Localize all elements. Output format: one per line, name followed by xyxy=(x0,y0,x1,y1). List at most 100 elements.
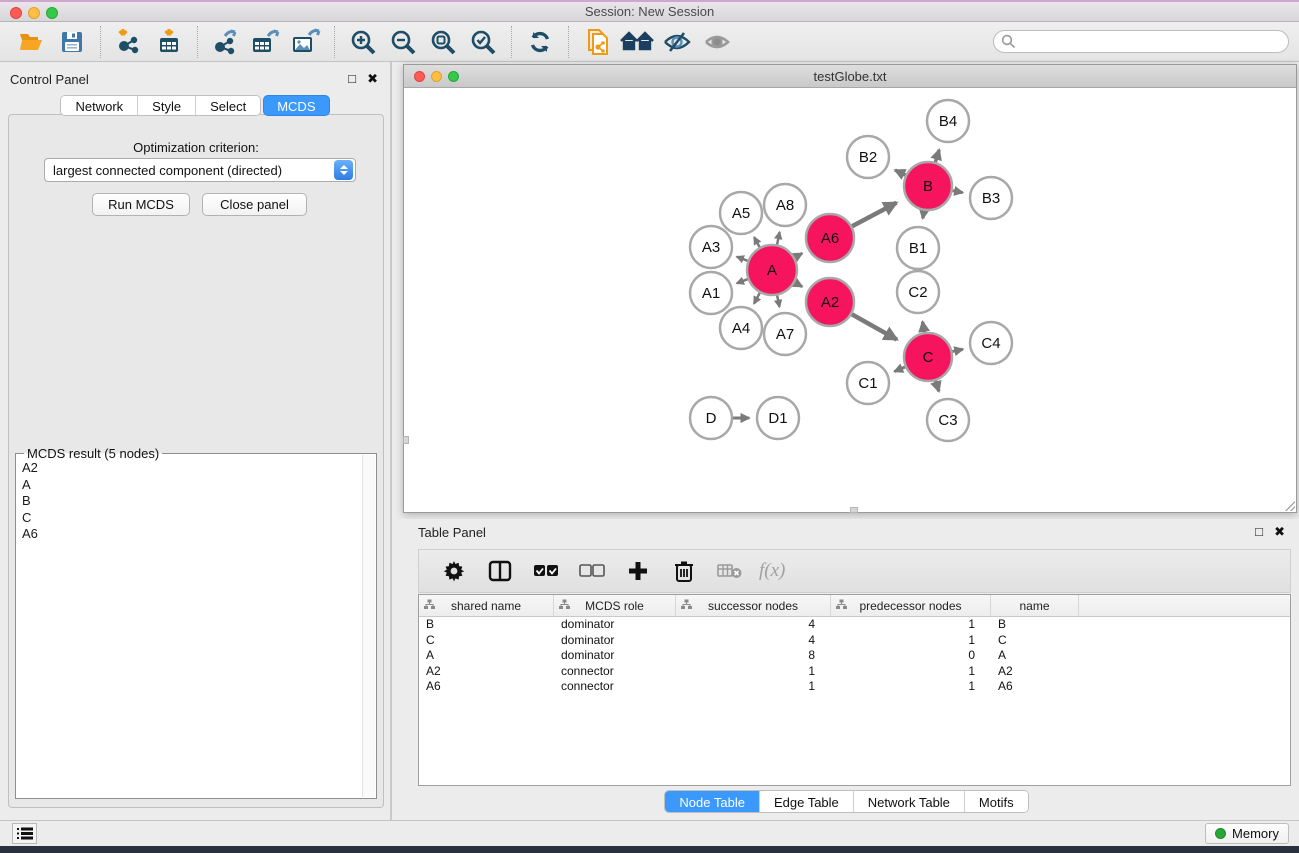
edge-A-A3[interactable] xyxy=(737,257,748,261)
delete-column-icon[interactable] xyxy=(667,555,701,587)
select-all-columns-icon[interactable] xyxy=(529,555,563,587)
table-row[interactable]: Cdominator41C xyxy=(419,633,1290,649)
import-network-icon[interactable] xyxy=(112,26,146,58)
zoom-fit-icon[interactable] xyxy=(426,26,460,58)
cell-predecessor-nodes[interactable]: 1 xyxy=(831,664,991,680)
show-graphics-eye-icon[interactable] xyxy=(700,26,734,58)
splitter-handle[interactable] xyxy=(850,507,858,513)
tab-edge-table[interactable]: Edge Table xyxy=(760,791,854,812)
cell-predecessor-nodes[interactable]: 1 xyxy=(831,617,991,633)
edge-C-C4[interactable] xyxy=(952,349,962,351)
cell-MCDS-role[interactable]: dominator xyxy=(554,633,676,649)
edge-A-A7[interactable] xyxy=(777,295,779,307)
edge-B-B2[interactable] xyxy=(895,170,905,175)
zoom-in-icon[interactable] xyxy=(346,26,380,58)
edge-A6-B[interactable] xyxy=(852,203,896,227)
cell-name[interactable]: C xyxy=(991,633,1079,649)
tab-style[interactable]: Style xyxy=(138,96,196,115)
network-canvas[interactable]: B4B2BB3B1C2A5A8A6A3AA1A2A4A7CC1C4C3DD1 xyxy=(404,88,1296,512)
cell-shared-name[interactable]: B xyxy=(419,617,554,633)
table-row[interactable]: A6connector11A6 xyxy=(419,679,1290,695)
edge-A-A8[interactable] xyxy=(777,232,780,245)
cell-shared-name[interactable]: A6 xyxy=(419,679,554,695)
edge-C-C1[interactable] xyxy=(894,367,905,372)
edge-A-A6[interactable] xyxy=(795,253,802,257)
mcds-result-item[interactable]: B xyxy=(19,493,360,510)
table-row[interactable]: A2connector11A2 xyxy=(419,664,1290,680)
edge-B-B4[interactable] xyxy=(935,150,939,162)
column-header-predecessor-nodes[interactable]: predecessor nodes xyxy=(831,595,991,616)
mcds-result-item[interactable]: A2 xyxy=(19,460,360,477)
edge-A-A1[interactable] xyxy=(737,279,748,283)
close-panel-button[interactable]: Close panel xyxy=(202,193,307,216)
cell-name[interactable]: A xyxy=(991,648,1079,664)
cell-successor-nodes[interactable]: 4 xyxy=(676,633,831,649)
mcds-result-list[interactable]: A2ABCA6 xyxy=(19,460,360,795)
cell-successor-nodes[interactable]: 4 xyxy=(676,617,831,633)
export-network-icon[interactable] xyxy=(209,26,243,58)
cell-predecessor-nodes[interactable]: 1 xyxy=(831,679,991,695)
zoom-out-icon[interactable] xyxy=(386,26,420,58)
edge-B-B1[interactable] xyxy=(923,211,924,219)
table-row[interactable]: Adominator80A xyxy=(419,648,1290,664)
toggle-columns-icon[interactable] xyxy=(483,555,517,587)
column-header-shared-name[interactable]: shared name xyxy=(419,595,554,616)
table-row[interactable]: Bdominator41B xyxy=(419,617,1290,633)
cell-shared-name[interactable]: C xyxy=(419,633,554,649)
edge-C-C3[interactable] xyxy=(936,381,939,391)
mcds-result-item[interactable]: A6 xyxy=(19,526,360,543)
edge-A2-C[interactable] xyxy=(852,314,897,339)
zoom-selected-icon[interactable] xyxy=(466,26,500,58)
float-table-panel-icon[interactable]: □ xyxy=(1255,524,1263,539)
tab-select[interactable]: Select xyxy=(196,96,260,115)
cell-name[interactable]: B xyxy=(991,617,1079,633)
column-header-name[interactable]: name xyxy=(991,595,1079,616)
import-table-icon[interactable] xyxy=(152,26,186,58)
table-settings-gear-icon[interactable] xyxy=(437,555,471,587)
column-header-successor-nodes[interactable]: successor nodes xyxy=(676,595,831,616)
close-panel-icon[interactable]: ✖ xyxy=(367,71,378,87)
tab-network[interactable]: Network xyxy=(61,96,138,115)
network-graph[interactable]: B4B2BB3B1C2A5A8A6A3AA1A2A4A7CC1C4C3DD1 xyxy=(404,88,1296,512)
refresh-icon[interactable] xyxy=(523,26,557,58)
search-input[interactable] xyxy=(993,30,1289,53)
mcds-result-item[interactable]: C xyxy=(19,510,360,527)
cell-predecessor-nodes[interactable]: 1 xyxy=(831,633,991,649)
cell-successor-nodes[interactable]: 8 xyxy=(676,648,831,664)
save-session-icon[interactable] xyxy=(55,26,89,58)
edge-B-B3[interactable] xyxy=(953,191,963,193)
run-mcds-button[interactable]: Run MCDS xyxy=(92,193,190,216)
function-builder-icon[interactable]: f(x) xyxy=(759,560,785,582)
window-resize-grip[interactable] xyxy=(1285,501,1295,511)
edge-A-A5[interactable] xyxy=(754,237,759,247)
delete-table-icon[interactable] xyxy=(713,555,747,587)
cell-MCDS-role[interactable]: connector xyxy=(554,679,676,695)
cell-shared-name[interactable]: A xyxy=(419,648,554,664)
tab-motifs[interactable]: Motifs xyxy=(965,791,1028,812)
cell-successor-nodes[interactable]: 1 xyxy=(676,664,831,680)
cell-MCDS-role[interactable]: dominator xyxy=(554,648,676,664)
float-panel-icon[interactable]: □ xyxy=(348,71,356,86)
deselect-all-columns-icon[interactable] xyxy=(575,555,609,587)
clone-network-icon[interactable] xyxy=(580,26,614,58)
export-table-icon[interactable] xyxy=(249,26,283,58)
cell-successor-nodes[interactable]: 1 xyxy=(676,679,831,695)
cell-MCDS-role[interactable]: dominator xyxy=(554,617,676,633)
export-image-icon[interactable] xyxy=(289,26,323,58)
cell-predecessor-nodes[interactable]: 0 xyxy=(831,648,991,664)
home-views-icon[interactable] xyxy=(620,26,654,58)
splitter-handle[interactable] xyxy=(403,436,409,444)
hide-graphics-eye-icon[interactable] xyxy=(660,26,694,58)
column-header-MCDS-role[interactable]: MCDS role xyxy=(554,595,676,616)
cell-name[interactable]: A6 xyxy=(991,679,1079,695)
criterion-select[interactable]: largest connected component (directed) xyxy=(44,158,356,182)
close-table-panel-icon[interactable]: ✖ xyxy=(1274,524,1285,540)
result-scrollbar[interactable] xyxy=(362,455,375,797)
tab-network-table[interactable]: Network Table xyxy=(854,791,965,812)
cell-shared-name[interactable]: A2 xyxy=(419,664,554,680)
open-session-icon[interactable] xyxy=(15,26,49,58)
cell-MCDS-role[interactable]: connector xyxy=(554,664,676,680)
create-column-icon[interactable] xyxy=(621,555,655,587)
edge-C-C2[interactable] xyxy=(923,322,925,333)
task-history-button[interactable] xyxy=(12,823,37,844)
